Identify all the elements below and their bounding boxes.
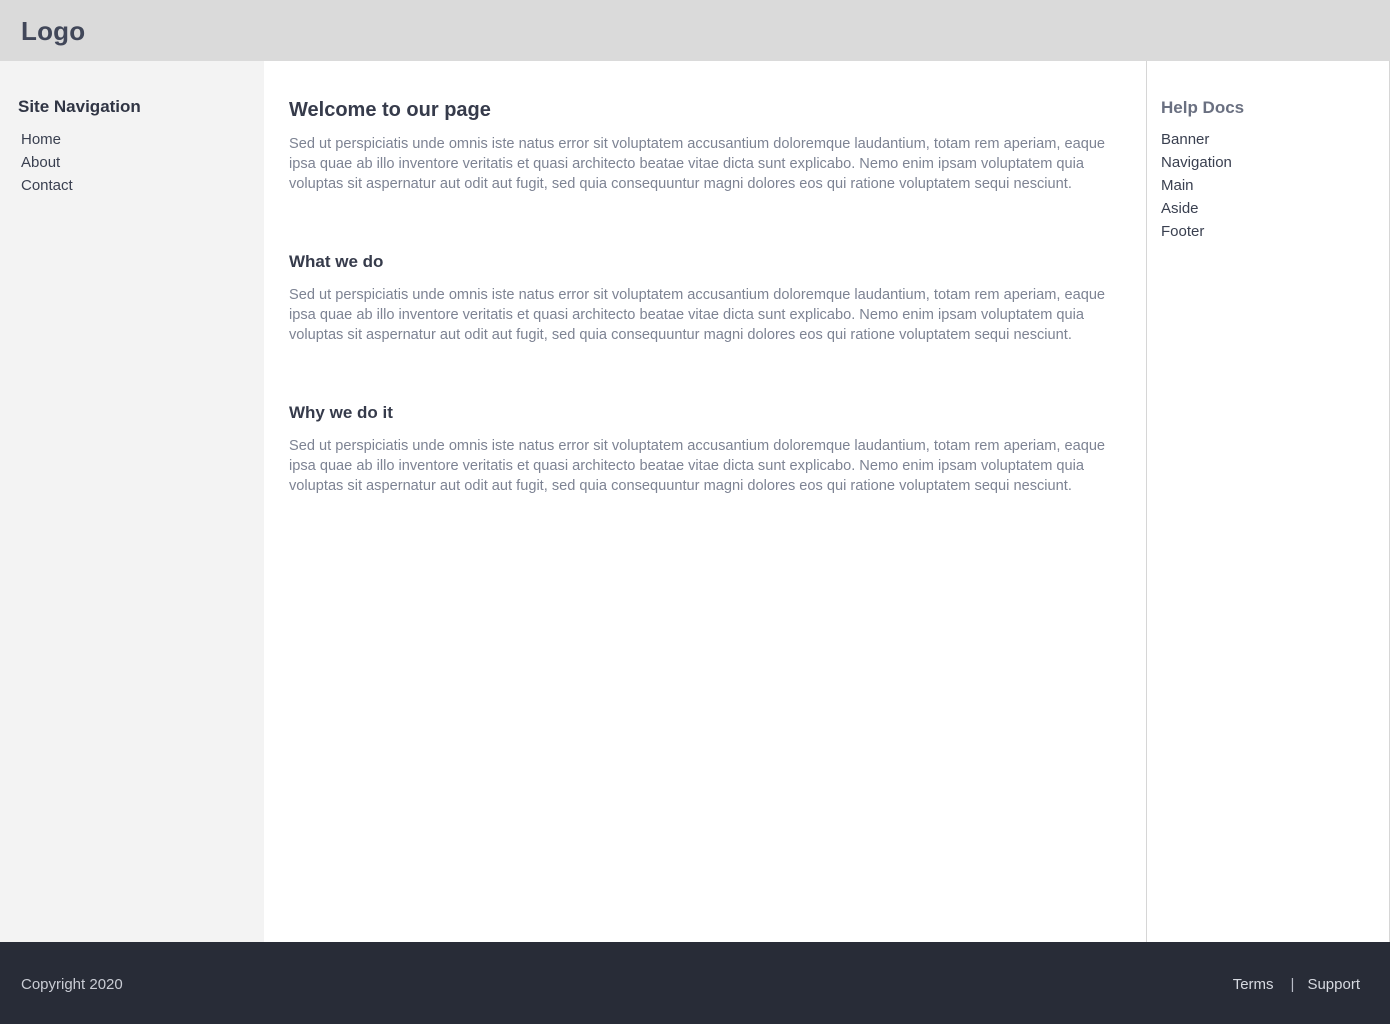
section-welcome: Welcome to our page Sed ut perspiciatis …: [289, 97, 1119, 194]
section-heading: What we do: [289, 252, 384, 271]
footer: Copyright 2020 Terms | Support: [0, 942, 1390, 1024]
doc-item: Aside: [1161, 199, 1232, 222]
help-docs-list: Banner Navigation Main Aside Footer: [1161, 130, 1232, 245]
section-heading: Why we do it: [289, 403, 393, 422]
site-navigation-title: Site Navigation: [18, 97, 141, 116]
doc-item: Banner: [1161, 130, 1232, 153]
nav-item-home: Home: [21, 130, 73, 153]
section-body: Sed ut perspiciatis unde omnis iste natu…: [289, 136, 1106, 192]
help-docs-title: Help Docs: [1161, 98, 1245, 117]
nav-list: Home About Contact: [21, 130, 73, 199]
site-navigation: Site Navigation Home About Contact: [0, 61, 264, 942]
page-title: Welcome to our page: [289, 99, 491, 121]
doc-item: Main: [1161, 176, 1232, 199]
doc-link-aside[interactable]: Aside: [1161, 200, 1199, 217]
doc-item: Navigation: [1161, 153, 1232, 176]
doc-link-footer[interactable]: Footer: [1161, 223, 1204, 240]
doc-item: Footer: [1161, 222, 1232, 245]
section-what-we-do: What we do Sed ut perspiciatis unde omni…: [289, 251, 1119, 345]
section-body: Sed ut perspiciatis unde omnis iste natu…: [289, 287, 1106, 343]
nav-link-home[interactable]: Home: [21, 131, 61, 148]
footer-links: Terms | Support: [1233, 975, 1360, 995]
nav-item-about: About: [21, 153, 73, 176]
section-why-we-do-it: Why we do it Sed ut perspiciatis unde om…: [289, 402, 1119, 496]
banner: Logo: [0, 0, 1390, 61]
support-link[interactable]: Support: [1307, 975, 1360, 995]
nav-link-about[interactable]: About: [21, 154, 60, 171]
nav-link-contact[interactable]: Contact: [21, 177, 73, 194]
doc-link-banner[interactable]: Banner: [1161, 131, 1209, 148]
copyright-text: Copyright 2020: [21, 976, 123, 993]
terms-link[interactable]: Terms: [1233, 975, 1274, 995]
page: Logo Site Navigation Home About Contact …: [0, 0, 1390, 1024]
section-body: Sed ut perspiciatis unde omnis iste natu…: [289, 438, 1106, 494]
doc-link-navigation[interactable]: Navigation: [1161, 154, 1232, 171]
logo[interactable]: Logo: [21, 15, 85, 47]
main-content: Welcome to our page Sed ut perspiciatis …: [264, 61, 1146, 942]
doc-link-main[interactable]: Main: [1161, 177, 1194, 194]
help-docs-aside: Help Docs Banner Navigation Main Aside F…: [1146, 61, 1390, 942]
footer-separator: |: [1290, 976, 1295, 993]
nav-item-contact: Contact: [21, 176, 73, 199]
